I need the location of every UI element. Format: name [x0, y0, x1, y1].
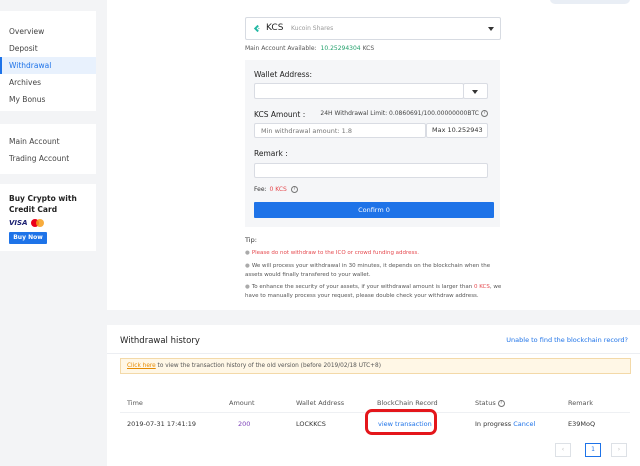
fee-row: Fee: 0 KCS ? — [254, 186, 298, 193]
pager-page-1[interactable]: 1 — [585, 443, 601, 457]
remark-label: Remark : — [254, 149, 288, 158]
chevron-down-icon — [472, 90, 478, 94]
tip-item: ● Please do not withdraw to the ICO or cr… — [245, 250, 420, 256]
sidebar-nav: Overview Deposit Withdrawal Archives My … — [0, 11, 96, 111]
buy-crypto-card: Buy Crypto with Credit Card VISA Buy Now — [0, 184, 96, 251]
row-time: 2019-07-31 17:41:19 — [127, 420, 197, 428]
highlight-annotation — [365, 409, 437, 435]
tip-item: ● We will process your withdrawal in 30 m… — [245, 263, 491, 278]
buy-crypto-title-line1: Buy Crypto with — [9, 194, 77, 203]
fee-label: Fee: — [254, 186, 267, 193]
withdrawal-limit: 24H Withdrawal Limit: 0.0860691/100.0000… — [320, 110, 488, 117]
row-address: LOCKKCS — [296, 420, 326, 428]
buy-now-button[interactable]: Buy Now — [9, 232, 47, 244]
old-version-notice: Click here to view the transaction histo… — [120, 358, 631, 374]
help-icon[interactable]: ? — [481, 110, 488, 117]
wallet-address-label: Wallet Address: — [254, 70, 313, 79]
sidebar-accounts: Main Account Trading Account — [0, 124, 96, 174]
sidebar-item-overview[interactable]: Overview — [0, 23, 96, 40]
column-header-status: Status? — [475, 399, 505, 407]
withdraw-form: Wallet Address: KCS Amount : 24H Withdra… — [245, 60, 500, 227]
max-amount-button[interactable]: Max 10.252943 — [426, 123, 488, 138]
row-amount: 200 — [238, 420, 251, 428]
pager-next-button[interactable]: › — [611, 443, 627, 457]
help-icon[interactable]: ? — [290, 186, 298, 193]
tip-text: , we — [489, 284, 502, 290]
available-label: Main Account Available: — [245, 45, 317, 52]
sidebar-item-trading-account[interactable]: Trading Account — [0, 150, 96, 167]
top-tab-hint — [550, 0, 630, 4]
tip-text: have to manually process your request, p… — [245, 293, 479, 299]
available-amount: 10.25294304 — [320, 45, 361, 52]
pager-prev-button[interactable]: ‹ — [555, 443, 571, 457]
tip-threshold: 0 KCS — [473, 284, 490, 290]
tip-title: Tip: — [245, 236, 257, 244]
cancel-link[interactable]: Cancel — [513, 420, 535, 428]
column-header-remark: Remark — [568, 399, 593, 407]
address-book-dropdown[interactable] — [463, 83, 488, 99]
sidebar-item-my-bonus[interactable]: My Bonus — [0, 91, 96, 108]
wallet-address-input[interactable] — [254, 83, 464, 99]
row-remark: E39MoQ — [568, 420, 596, 428]
sidebar-item-deposit[interactable]: Deposit — [0, 40, 96, 57]
tip-text: Please do not withdraw to the ICO or cro… — [251, 250, 420, 256]
old-version-link[interactable]: Click here — [127, 363, 156, 369]
row-status: In progress Cancel — [475, 420, 535, 428]
tip-item: ● To enhance the security of your assets,… — [245, 284, 502, 299]
available-balance: Main Account Available: 10.25294304 KCS — [245, 45, 374, 52]
column-header-time: Time — [127, 399, 143, 407]
amount-input[interactable] — [255, 124, 425, 137]
withdrawal-limit-text: 24H Withdrawal Limit: 0.0860691/100.0000… — [320, 110, 479, 117]
withdrawal-history-panel: Withdrawal history Unable to find the bl… — [107, 325, 640, 466]
available-unit: KCS — [362, 45, 375, 52]
chevron-down-icon — [488, 27, 494, 31]
confirm-button[interactable]: Confirm 0 — [254, 202, 494, 218]
column-header-wallet-address: Wallet Address — [296, 399, 345, 407]
column-header-blockchain-record: BlockChain Record — [377, 399, 438, 407]
kcs-amount-label: KCS Amount : — [254, 110, 306, 119]
sidebar-item-archives[interactable]: Archives — [0, 74, 96, 91]
coin-select[interactable]: KCS Kucoin Shares — [245, 17, 501, 40]
card-logos: VISA — [9, 219, 87, 227]
visa-logo: VISA — [9, 219, 28, 227]
status-text: In progress — [475, 420, 512, 428]
coin-name: Kucoin Shares — [291, 25, 334, 32]
column-header-amount: Amount — [229, 399, 255, 407]
sidebar-item-main-account[interactable]: Main Account — [0, 133, 96, 150]
tip-text: We will process your withdrawal in 30 mi… — [251, 263, 491, 269]
tip-text: assets would finally transfered to your … — [245, 272, 371, 278]
withdraw-panel: KCS Kucoin Shares Main Account Available… — [107, 0, 640, 310]
help-icon[interactable]: ? — [497, 399, 505, 407]
fee-value: 0 KCS — [269, 186, 287, 193]
blockchain-help-link[interactable]: Unable to find the blockchain record? — [506, 336, 628, 344]
history-title: Withdrawal history — [120, 336, 200, 346]
old-version-text: to view the transaction history of the o… — [155, 363, 381, 369]
amount-field[interactable] — [254, 123, 426, 138]
sidebar-item-withdrawal[interactable]: Withdrawal — [0, 57, 96, 74]
kcs-coin-icon — [253, 24, 260, 33]
column-header-status-text: Status — [475, 399, 496, 407]
divider — [107, 353, 640, 354]
mastercard-icon — [31, 219, 45, 227]
remark-input[interactable] — [254, 163, 488, 178]
buy-crypto-title: Buy Crypto with Credit Card — [9, 193, 87, 215]
buy-crypto-title-line2: Credit Card — [9, 205, 58, 214]
coin-symbol: KCS — [266, 23, 284, 33]
tip-text: To enhance the security of your assets, … — [251, 284, 473, 290]
